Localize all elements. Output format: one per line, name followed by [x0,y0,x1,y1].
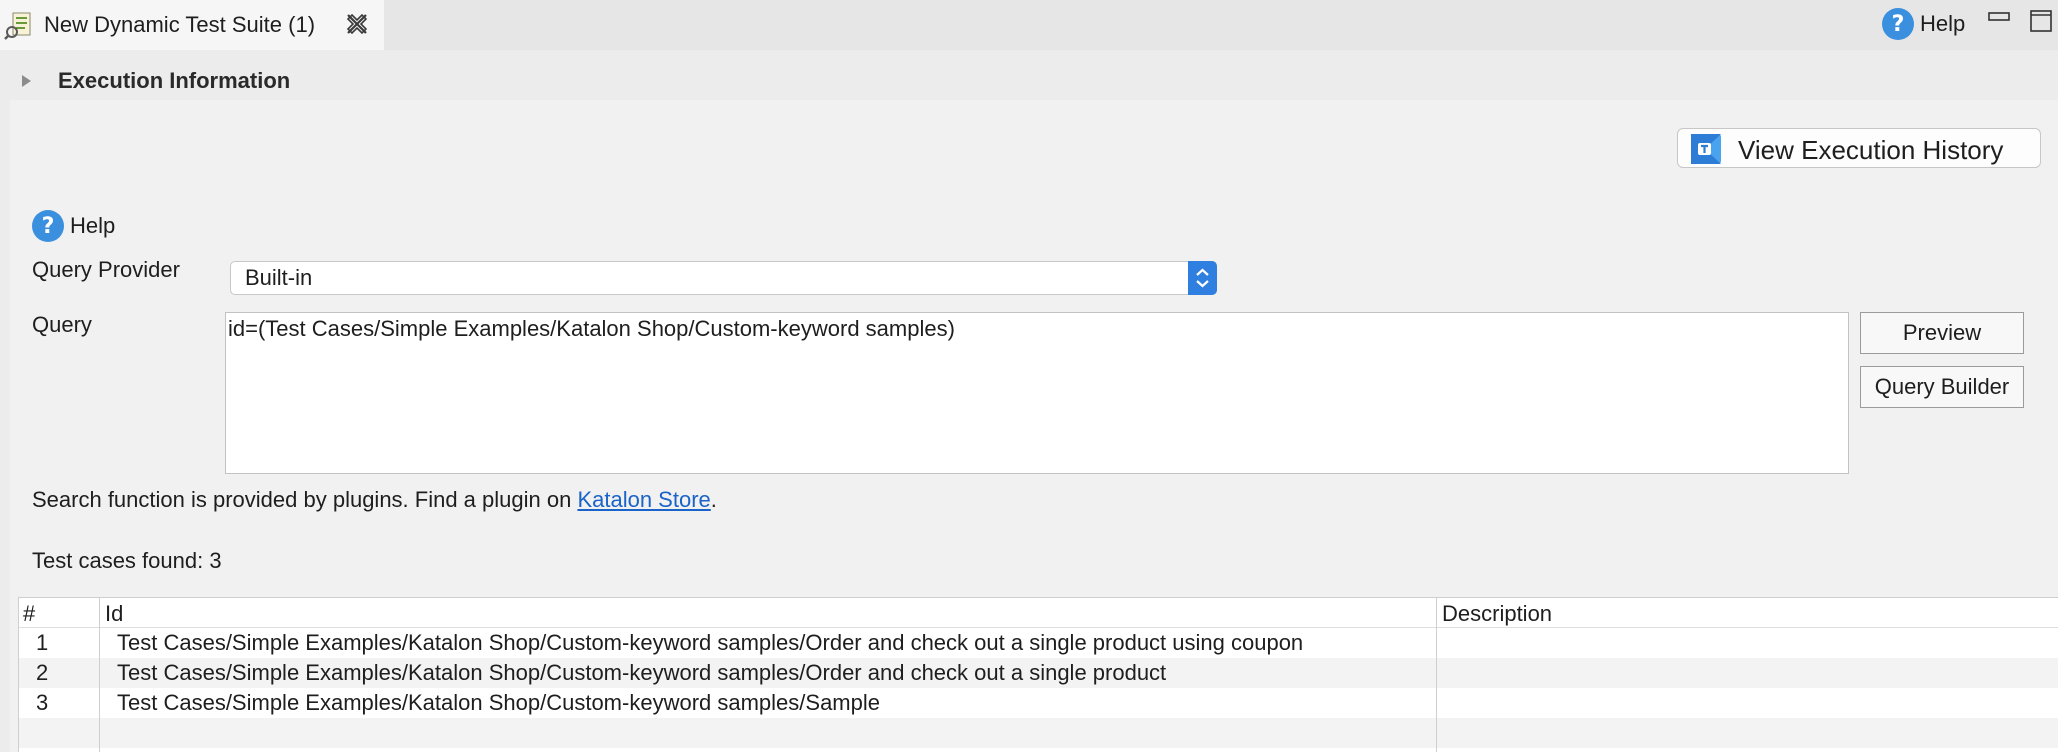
row-number: 2 [36,660,49,685]
row-number: 3 [36,690,49,715]
query-builder-button[interactable]: Query Builder [1860,366,2024,408]
column-divider[interactable] [1436,598,1437,752]
column-header-number[interactable]: # [23,601,35,627]
plugin-info-prefix: Search function is provided by plugins. … [32,487,578,512]
main-content: Execution Information View Execution His… [10,60,2058,752]
preview-button[interactable]: Preview [1860,312,2024,354]
row-number: 1 [36,630,49,655]
row-id: Test Cases/Simple Examples/Katalon Shop/… [117,630,1304,655]
table-row[interactable]: 1 Test Cases/Simple Examples/Katalon Sho… [19,628,2058,658]
query-provider-value: Built-in [245,265,313,290]
help-link-top[interactable]: ? Help [1882,7,1965,41]
help-link[interactable]: ? Help [32,210,115,242]
help-icon: ? [32,210,64,242]
query-provider-label: Query Provider [32,257,180,282]
chevron-up-down-icon [1196,268,1209,288]
column-divider[interactable] [99,598,100,752]
select-arrow[interactable] [1188,261,1217,295]
plugin-info-suffix: . [710,487,717,512]
query-label: Query [32,312,92,337]
query-input[interactable]: id=(Test Cases/Simple Examples/Katalon S… [225,312,1849,474]
katalon-store-link[interactable]: Katalon Store [577,487,710,512]
query-provider-select[interactable]: Built-in [230,261,1217,295]
minimize-icon[interactable] [1988,12,2010,22]
plugin-info-text: Search function is provided by plugins. … [32,487,717,513]
table-row-empty [19,718,2058,748]
help-label: Help [1920,11,1966,36]
table-row[interactable]: 3 Test Cases/Simple Examples/Katalon Sho… [19,688,2058,718]
close-icon[interactable] [344,11,370,37]
test-cases-table: # Id Description 1 Test Cases/Simple Exa… [18,597,2058,752]
test-suite-icon [4,12,31,40]
help-icon: ? [1882,8,1914,40]
katalon-logo-icon [1691,134,1721,164]
execution-info-header[interactable]: Execution Information [10,60,2058,100]
column-header-description[interactable]: Description [1442,601,1552,627]
editor-tab[interactable]: New Dynamic Test Suite (1) [0,0,384,50]
table-header: # Id Description [19,598,2058,628]
test-cases-found-label: Test cases found: 3 [32,548,222,573]
maximize-icon[interactable] [2030,10,2052,32]
column-header-id[interactable]: Id [105,601,123,627]
section-title: Execution Information [58,68,291,93]
expand-triangle-icon[interactable] [22,75,31,87]
history-button-label: View Execution History [1738,135,2004,165]
table-row[interactable]: 2 Test Cases/Simple Examples/Katalon Sho… [19,658,2058,688]
editor-tab-bar: New Dynamic Test Suite (1) ? Help [0,0,2058,50]
view-execution-history-button[interactable]: View Execution History [1677,128,2041,168]
help-label: Help [70,213,116,238]
row-id: Test Cases/Simple Examples/Katalon Shop/… [117,690,880,715]
tab-title: New Dynamic Test Suite (1) [44,12,316,37]
row-id: Test Cases/Simple Examples/Katalon Shop/… [117,660,1167,685]
